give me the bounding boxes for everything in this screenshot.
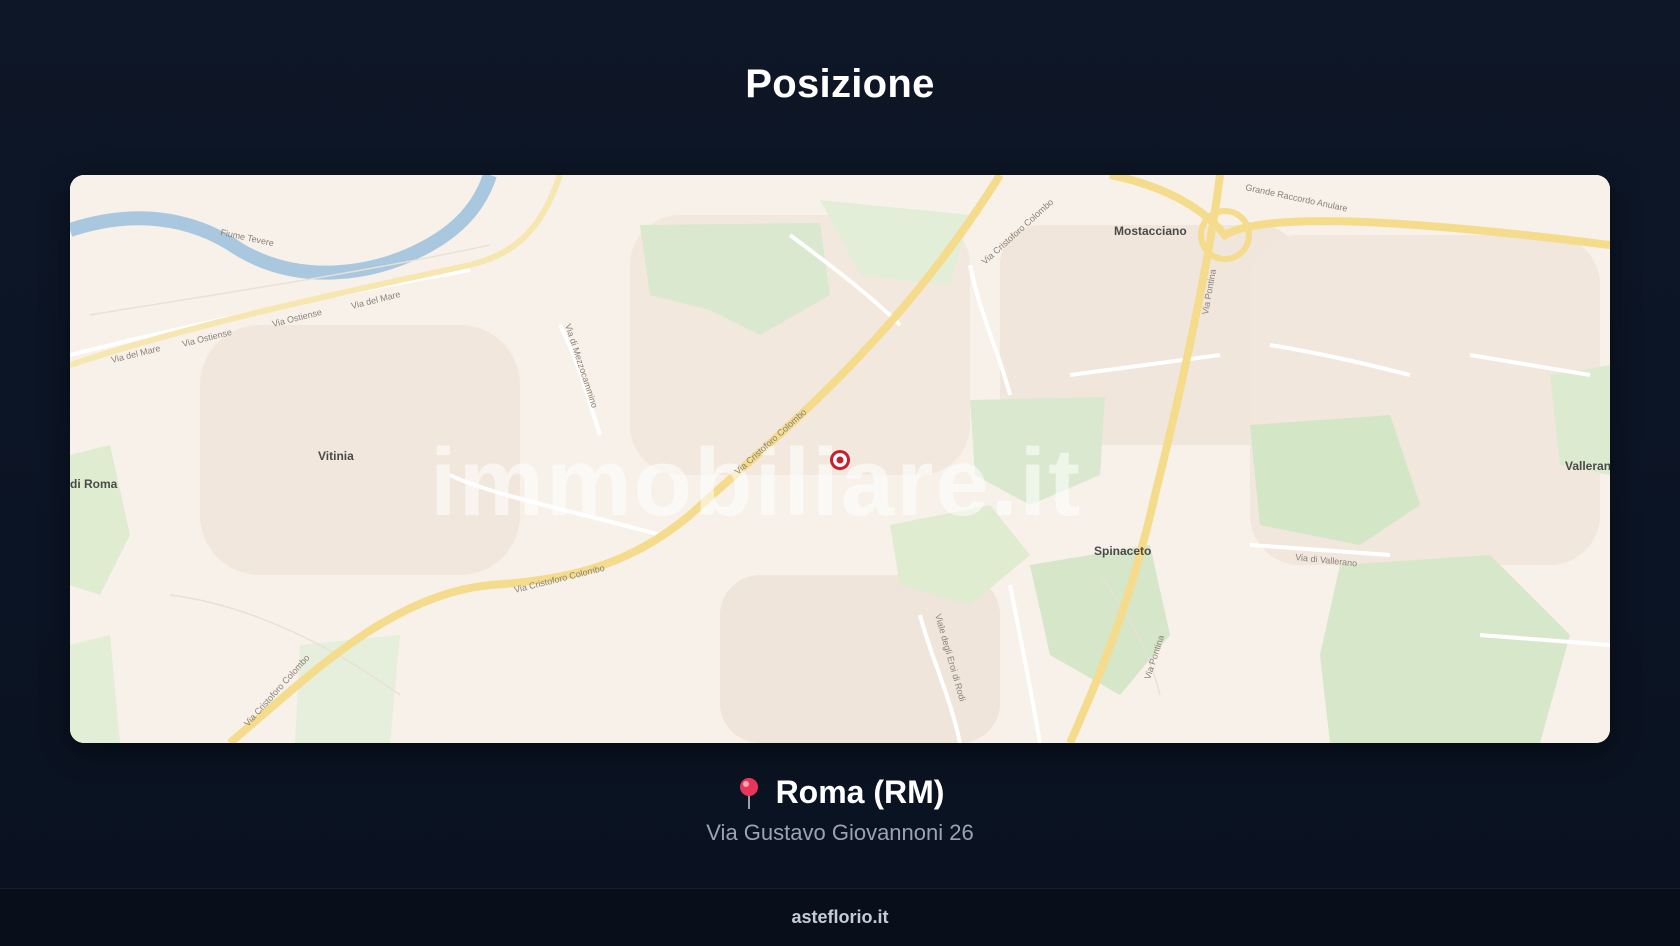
place-label-mostacciano: Mostacciano: [1114, 224, 1187, 238]
location-city: Roma (RM): [775, 774, 945, 810]
red-pin-icon: [736, 776, 762, 810]
place-label-vitinia: Vitinia: [318, 449, 354, 463]
park-area: [295, 635, 400, 743]
map-marker-icon[interactable]: [830, 450, 850, 470]
map-view[interactable]: immobiliare.it Vitinia Mostacciano Spina…: [70, 175, 1610, 743]
location-address: Via Gustavo Giovannoni 26: [706, 820, 974, 845]
section-title: Posizione: [745, 62, 935, 106]
place-label-spinaceto: Spinaceto: [1094, 544, 1151, 558]
footer-site-link[interactable]: asteflorio.it: [791, 907, 888, 928]
place-label-vallerano: Valleran: [1565, 459, 1610, 473]
footer: asteflorio.it: [0, 888, 1680, 946]
map-watermark: immobiliare.it: [430, 429, 1082, 536]
location-line: Roma (RM): [0, 774, 1680, 811]
map-canvas[interactable]: immobiliare.it Vitinia Mostacciano Spina…: [70, 175, 1610, 743]
place-label-di-roma: di Roma: [70, 477, 118, 491]
